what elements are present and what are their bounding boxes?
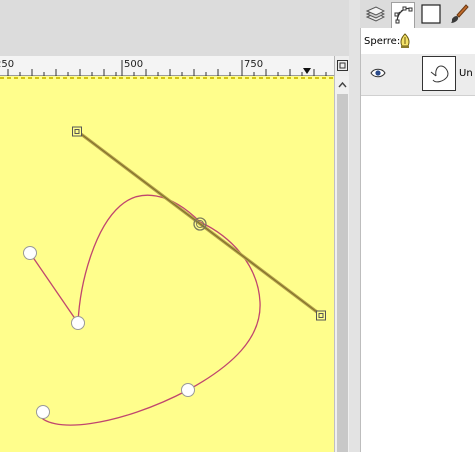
guide-start-handle[interactable] xyxy=(72,126,82,137)
ruler-ticks xyxy=(7,60,327,76)
path-preview-icon xyxy=(430,65,449,83)
path-anchor-handle[interactable] xyxy=(23,246,37,260)
top-toolbar-area xyxy=(0,0,360,56)
canvas-background xyxy=(0,76,334,452)
image-canvas[interactable] xyxy=(0,76,334,452)
panel-tab-bar xyxy=(361,0,475,29)
lock-row: Sperre: xyxy=(361,28,475,55)
vertical-scrollbar[interactable] xyxy=(334,76,350,452)
brushes-tab[interactable] xyxy=(447,2,471,26)
scroll-up-icon[interactable] xyxy=(338,80,347,89)
eye-visibility-icon[interactable] xyxy=(370,67,386,79)
scrollbar-thumb[interactable] xyxy=(337,94,348,452)
path-anchor-handle[interactable] xyxy=(71,316,85,330)
layers-tab[interactable] xyxy=(363,2,387,26)
paths-icon xyxy=(394,6,413,24)
horizontal-ruler[interactable]: 250 500 750 xyxy=(0,56,334,76)
layers-panel: Sperre: Un xyxy=(361,0,475,452)
paintbrush-icon xyxy=(451,4,469,23)
layer-thumbnail xyxy=(422,56,456,91)
canvas-drawing xyxy=(0,76,334,452)
pane-divider[interactable] xyxy=(349,0,360,452)
channels-icon xyxy=(421,4,441,24)
lock-position-icon[interactable] xyxy=(398,33,412,49)
ruler-label-500: 500 xyxy=(124,59,144,70)
paths-tab[interactable] xyxy=(391,2,415,29)
navigate-button[interactable] xyxy=(334,56,350,76)
layer-list-empty-area[interactable] xyxy=(361,96,475,452)
layer-row[interactable]: Un xyxy=(361,54,475,96)
layers-icon xyxy=(365,6,385,22)
panel-border xyxy=(360,28,361,452)
ruler-pointer-icon xyxy=(303,68,311,74)
path-anchor-handle[interactable] xyxy=(181,383,195,397)
layer-name[interactable]: Un xyxy=(459,68,473,79)
ruler-label-750: 750 xyxy=(244,59,264,70)
channels-tab[interactable] xyxy=(419,2,443,26)
guide-end-handle[interactable] xyxy=(316,310,326,321)
ruler-label-250: 250 xyxy=(0,59,15,70)
navigate-icon xyxy=(337,60,348,71)
lock-label: Sperre: xyxy=(364,36,401,47)
path-anchor-handle[interactable] xyxy=(36,405,50,419)
